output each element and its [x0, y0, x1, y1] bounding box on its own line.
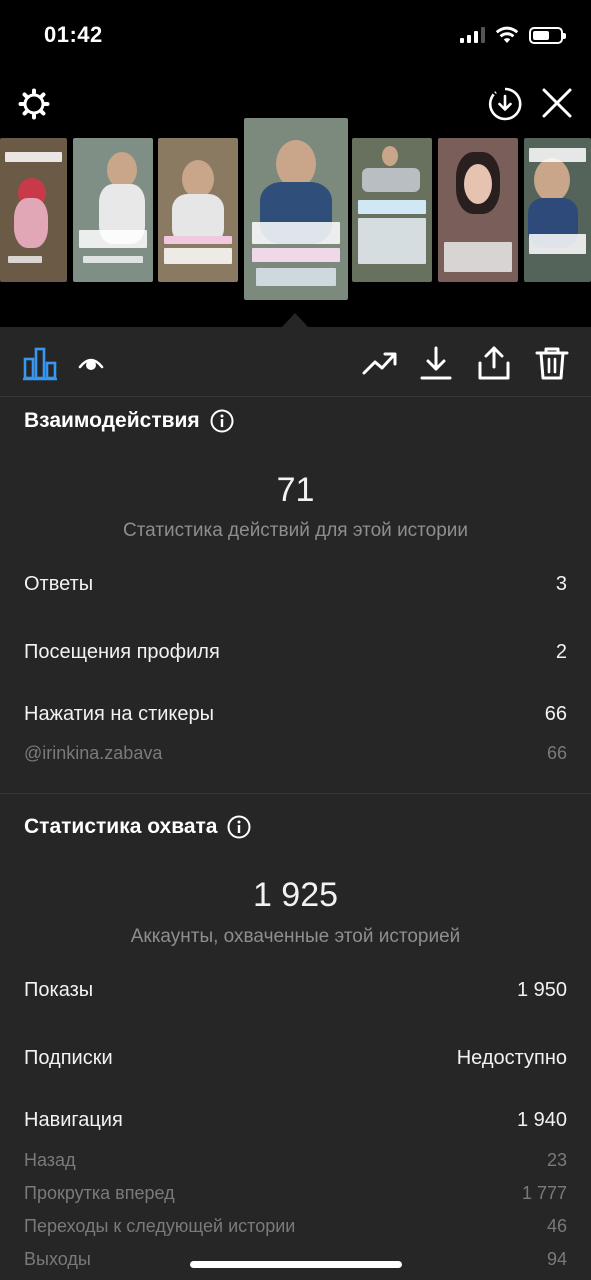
insights-tabs-bar [0, 327, 591, 397]
row-label: Показы [24, 979, 94, 1001]
share-icon[interactable] [476, 345, 512, 381]
reach-row-navigation: Навигация 1 940 [24, 1109, 567, 1132]
row-label: Прокрутка вперед [24, 1183, 175, 1203]
interactions-caption: Статистика действий для этой истории [122, 520, 469, 541]
sticker-mention-row[interactable]: @irinkina.zabava 66 [24, 743, 567, 764]
section-divider [0, 793, 591, 794]
row-label: @irinkina.zabava [24, 743, 163, 763]
status-time: 01:42 [44, 22, 103, 47]
story-thumb-6[interactable] [438, 138, 518, 282]
row-value: 2 [555, 641, 567, 663]
row-value: 23 [546, 1150, 567, 1170]
insights-panel: Взаимодействия 71 Статистика действий дл… [0, 327, 591, 1280]
row-label: Переходы к следующей истории [24, 1216, 296, 1236]
info-icon[interactable] [210, 409, 234, 433]
wifi-icon [495, 26, 519, 43]
row-value: 66 [546, 743, 567, 763]
row-value: 94 [546, 1249, 567, 1269]
story-thumb-1[interactable] [0, 138, 67, 282]
reach-row-follows: Подписки Недоступно [24, 1047, 567, 1070]
interactions-total: 71 [276, 471, 315, 509]
story-thumb-2[interactable] [73, 138, 153, 282]
interactions-title: Взаимодействия [24, 409, 234, 433]
reach-row-impressions: Показы 1 950 [24, 979, 567, 1002]
story-thumb-4-active[interactable] [244, 118, 348, 300]
navigation-row-back: Назад 23 [24, 1150, 567, 1171]
reach-caption: Аккаунты, охваченные этой историей [130, 926, 461, 947]
row-label: Назад [24, 1150, 76, 1170]
reach-total: 1 925 [252, 876, 339, 914]
row-label: Выходы [24, 1249, 91, 1269]
status-icons [460, 26, 566, 44]
interaction-row-profile-visits: Посещения профиля 2 [24, 641, 567, 664]
row-value: 1 940 [516, 1109, 567, 1131]
row-label: Нажатия на стикеры [24, 703, 214, 725]
row-value: 1 777 [521, 1183, 567, 1203]
status-bar: 01:42 [0, 0, 591, 70]
close-icon[interactable] [540, 86, 574, 120]
interaction-row-replies: Ответы 3 [24, 573, 567, 596]
row-label: Подписки [24, 1047, 113, 1069]
trending-up-icon[interactable] [362, 345, 398, 381]
download-icon[interactable] [418, 345, 454, 381]
story-thumb-7[interactable] [524, 138, 591, 282]
reach-title-text: Статистика охвата [24, 815, 218, 838]
gear-icon[interactable] [18, 88, 50, 120]
reach-title: Статистика охвата [24, 815, 251, 839]
row-label: Посещения профиля [24, 641, 220, 663]
interactions-title-text: Взаимодействия [24, 409, 200, 432]
download-circle-icon[interactable] [487, 86, 523, 122]
battery-icon [529, 26, 566, 44]
story-thumb-5[interactable] [352, 138, 432, 282]
row-value: 66 [544, 703, 567, 725]
bar-chart-icon[interactable] [22, 345, 58, 381]
row-label: Ответы [24, 573, 94, 595]
home-indicator[interactable] [190, 1261, 402, 1268]
navigation-row-forward: Прокрутка вперед 1 777 [24, 1183, 567, 1204]
row-value: Недоступно [456, 1047, 567, 1069]
story-thumbnails-strip [0, 118, 591, 303]
row-value: 3 [555, 573, 567, 595]
trash-icon[interactable] [534, 345, 570, 381]
row-label: Навигация [24, 1109, 123, 1131]
row-value: 1 950 [516, 979, 567, 1001]
eye-icon[interactable] [76, 349, 106, 379]
navigation-row-next-story: Переходы к следующей истории 46 [24, 1216, 567, 1237]
info-icon[interactable] [227, 815, 251, 839]
interaction-row-sticker-taps: Нажатия на стикеры 66 [24, 703, 567, 726]
selected-story-pointer [282, 313, 308, 327]
cellular-signal-icon [460, 27, 485, 43]
row-value: 46 [546, 1216, 567, 1236]
story-thumb-3[interactable] [158, 138, 238, 282]
